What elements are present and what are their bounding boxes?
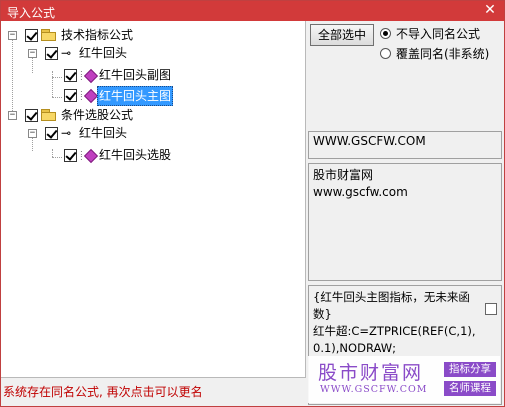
status-message: 系统存在同名公式, 再次点击可以更名 xyxy=(3,385,203,399)
tree-node-label: 红牛回头 xyxy=(79,46,128,60)
checkbox-checked[interactable] xyxy=(64,149,77,162)
checkbox-checked[interactable] xyxy=(45,127,58,140)
tree-node-label: 红牛回头选股 xyxy=(99,148,172,162)
description-line: www.gscfw.com xyxy=(313,185,408,199)
watermark-tag: 名师课程 xyxy=(444,381,496,396)
watermark-url: WWW.GSCFW.COM xyxy=(320,384,428,395)
tree-node-label: 红牛回头副图 xyxy=(99,68,172,82)
folder-icon xyxy=(41,29,57,41)
radio-label: 不导入同名公式 xyxy=(396,27,481,41)
formula-gem-icon xyxy=(83,68,99,84)
tree-node-hongniu-subchart[interactable]: :: 红牛回头副图 xyxy=(1,66,301,84)
formula-option-checkbox[interactable] xyxy=(485,303,497,315)
window-title: 导入公式 xyxy=(7,6,56,20)
formula-gem-icon xyxy=(83,88,99,104)
tree-node-label: 技术指标公式 xyxy=(61,28,134,42)
tree-node-hongniu-stockpick[interactable]: :: 红牛回头选股 xyxy=(1,146,301,164)
tree-node-hongniu-huitou[interactable]: − ⊸ 红牛回头 xyxy=(1,44,301,62)
radio-selected-icon[interactable] xyxy=(380,28,391,39)
radio-unselected-icon[interactable] xyxy=(380,48,391,59)
collapse-icon[interactable]: − xyxy=(8,31,17,40)
watermark-tag: 指标分享 xyxy=(444,362,496,377)
tree-node-hongniu-huitou-2[interactable]: − ⊸ 红牛回头 xyxy=(1,124,301,142)
key-icon: ⊸ xyxy=(61,46,72,60)
collapse-icon[interactable]: − xyxy=(8,111,17,120)
checkbox-checked[interactable] xyxy=(64,69,77,82)
tree-node-label: 红牛回头 xyxy=(79,126,128,140)
checkbox-checked[interactable] xyxy=(25,109,38,122)
import-formula-dialog: 导入公式 ✕ − 技术指标公式 − ⊸ 红牛回头 :: 红牛回头副图:: 红… xyxy=(0,0,505,407)
description-box: 股市财富网 www.gscfw.com xyxy=(308,163,502,281)
tree-node-hongniu-mainchart[interactable]: :: 红牛回头主图 xyxy=(1,86,301,106)
collapse-icon[interactable]: − xyxy=(28,129,37,138)
folder-icon xyxy=(41,109,57,121)
tree-node-tech-indicator[interactable]: − 技术指标公式 xyxy=(1,26,301,44)
tree-node-label-selected: 红牛回头主图 xyxy=(97,86,174,106)
source-url-box: WWW.GSCFW.COM xyxy=(308,131,502,159)
tree-node-label: 条件选股公式 xyxy=(61,108,134,122)
key-icon: ⊸ xyxy=(61,126,72,140)
radio-label: 覆盖同名(非系统) xyxy=(396,47,490,61)
titlebar: 导入公式 ✕ xyxy=(1,1,504,21)
select-all-button[interactable]: 全部选中 xyxy=(310,24,374,46)
formula-tree[interactable]: − 技术指标公式 − ⊸ 红牛回头 :: 红牛回头副图 :: 红牛回头主图 − xyxy=(1,21,306,378)
close-icon[interactable]: ✕ xyxy=(482,2,498,18)
watermark-name: 股市财富网 xyxy=(318,362,424,384)
checkbox-checked[interactable] xyxy=(64,89,77,102)
checkbox-checked[interactable] xyxy=(45,47,58,60)
description-line: 股市财富网 xyxy=(313,168,374,182)
formula-gem-icon xyxy=(83,148,99,164)
checkbox-checked[interactable] xyxy=(25,29,38,42)
collapse-icon[interactable]: − xyxy=(28,49,37,58)
tree-node-condition-select[interactable]: − 条件选股公式 xyxy=(1,106,301,124)
watermark-logo: 股市财富网 WWW.GSCFW.COM 指标分享 名师课程 xyxy=(308,356,500,403)
